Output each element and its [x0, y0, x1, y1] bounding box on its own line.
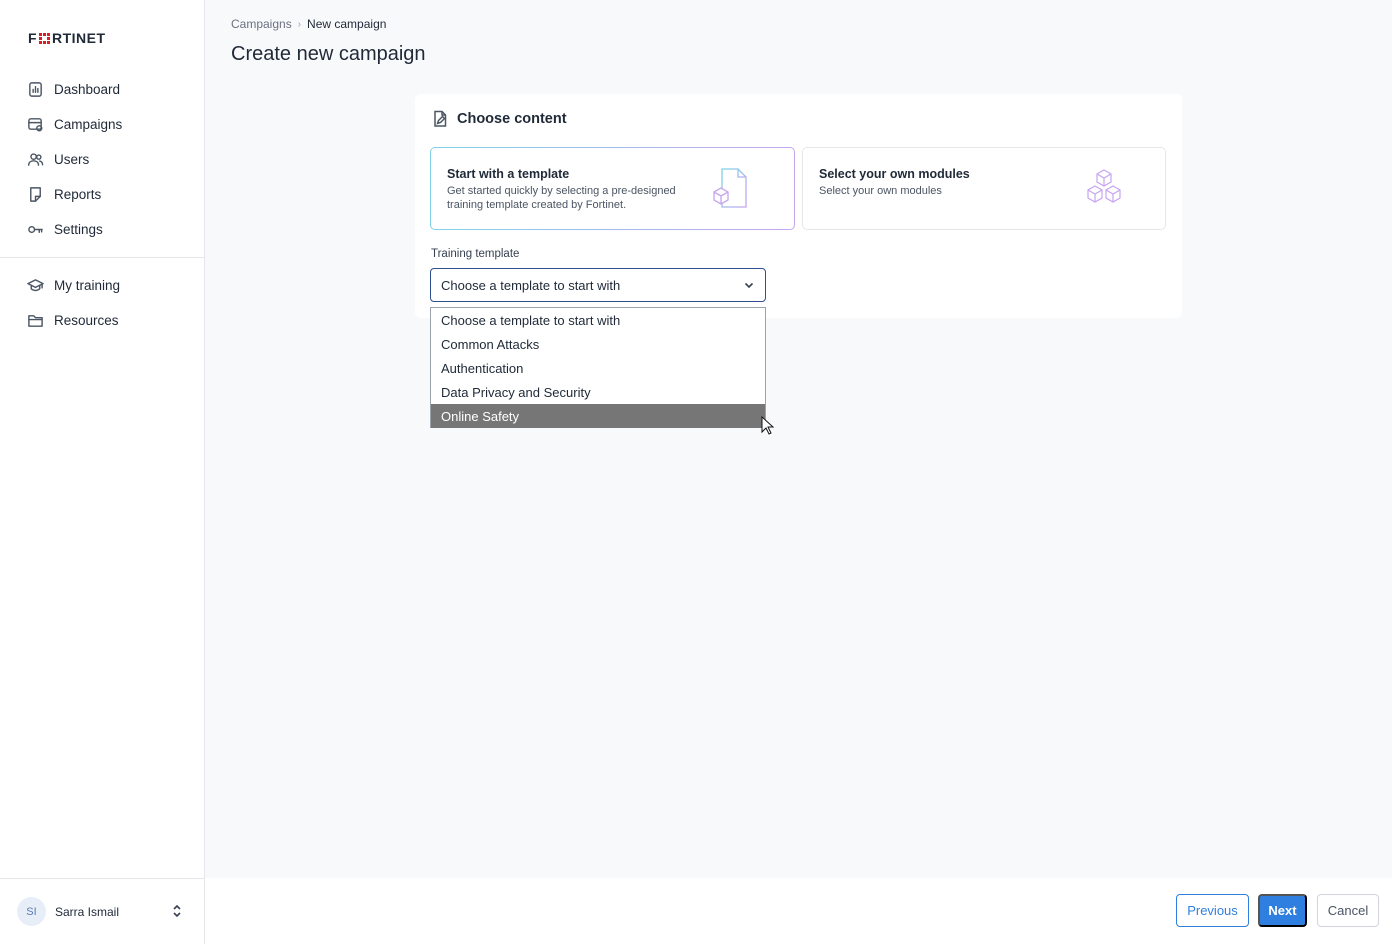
dashboard-icon	[26, 81, 44, 99]
sidebar-item-users[interactable]: Users	[0, 142, 204, 177]
sidebar-item-reports[interactable]: Reports	[0, 177, 204, 212]
fortinet-logo[interactable]: F RTINET	[28, 30, 120, 46]
campaigns-icon	[26, 116, 44, 134]
sidebar-item-dashboard[interactable]: Dashboard	[0, 72, 204, 107]
option-description: Select your own modules	[819, 185, 942, 197]
sidebar-item-label: Settings	[54, 222, 103, 237]
training-template-select[interactable]: Choose a template to start with	[430, 268, 766, 302]
nav-divider	[0, 257, 204, 258]
dropdown-option[interactable]: Authentication	[431, 356, 765, 380]
sidebar: F RTINET Dashboard Campaigns Users Repor…	[0, 0, 205, 944]
option-title: Start with a template	[447, 167, 570, 181]
cancel-button[interactable]: Cancel	[1317, 894, 1379, 927]
dropdown-option-highlighted[interactable]: Online Safety	[431, 404, 765, 428]
card-header: Choose content	[431, 110, 567, 128]
cubes-illustration	[1087, 169, 1121, 203]
sidebar-item-campaigns[interactable]: Campaigns	[0, 107, 204, 142]
document-edit-icon	[434, 110, 447, 127]
sidebar-item-label: My training	[54, 278, 121, 293]
breadcrumb: Campaigns › New campaign	[231, 17, 386, 31]
main-nav: Dashboard Campaigns Users Reports Settin…	[0, 72, 204, 338]
breadcrumb-link-campaigns[interactable]: Campaigns	[231, 17, 292, 31]
option-title: Select your own modules	[819, 167, 970, 181]
sidebar-item-my-training[interactable]: My training	[0, 268, 204, 303]
folder-icon	[26, 312, 44, 330]
sidebar-item-resources[interactable]: Resources	[0, 303, 204, 338]
previous-button[interactable]: Previous	[1176, 894, 1249, 927]
sidebar-item-label: Reports	[54, 187, 102, 202]
svg-text:RTINET: RTINET	[52, 30, 106, 46]
card-title: Choose content	[457, 111, 567, 127]
reports-icon	[26, 186, 44, 204]
mouse-pointer-icon	[761, 416, 775, 435]
chevron-down-icon	[743, 279, 755, 291]
user-name: Sarra Ismail	[55, 904, 120, 919]
users-icon	[26, 151, 44, 169]
avatar: SI	[17, 897, 46, 926]
dropdown-option[interactable]: Data Privacy and Security	[431, 380, 765, 404]
sidebar-item-label: Users	[54, 152, 90, 167]
dropdown-option[interactable]: Choose a template to start with	[431, 308, 765, 332]
sidebar-item-label: Dashboard	[54, 82, 121, 97]
select-value: Choose a template to start with	[441, 277, 621, 293]
option-description: Get started quickly by selecting a pre-d…	[447, 185, 676, 211]
training-template-label: Training template	[431, 248, 520, 260]
svg-text:F: F	[28, 30, 37, 46]
sidebar-item-label: Resources	[54, 313, 119, 328]
option-select-own-modules[interactable]: Select your own modules Select your own …	[802, 147, 1166, 230]
sidebar-item-settings[interactable]: Settings	[0, 212, 204, 247]
graduation-cap-icon	[26, 277, 44, 295]
option-start-with-template[interactable]: Start with a template Get started quickl…	[430, 147, 795, 230]
training-template-dropdown: Choose a template to start with Common A…	[430, 307, 766, 428]
user-menu[interactable]: SI Sarra Ismail	[0, 878, 204, 944]
settings-icon	[26, 221, 44, 239]
next-button[interactable]: Next	[1258, 894, 1307, 927]
page-title: Create new campaign	[231, 43, 426, 65]
template-file-illustration	[713, 168, 747, 208]
breadcrumb-current: New campaign	[307, 17, 387, 31]
sidebar-item-label: Campaigns	[54, 117, 123, 132]
chevron-right-icon: ›	[297, 18, 302, 30]
chevron-up-down-icon[interactable]	[170, 904, 186, 920]
dropdown-option[interactable]: Common Attacks	[431, 332, 765, 356]
